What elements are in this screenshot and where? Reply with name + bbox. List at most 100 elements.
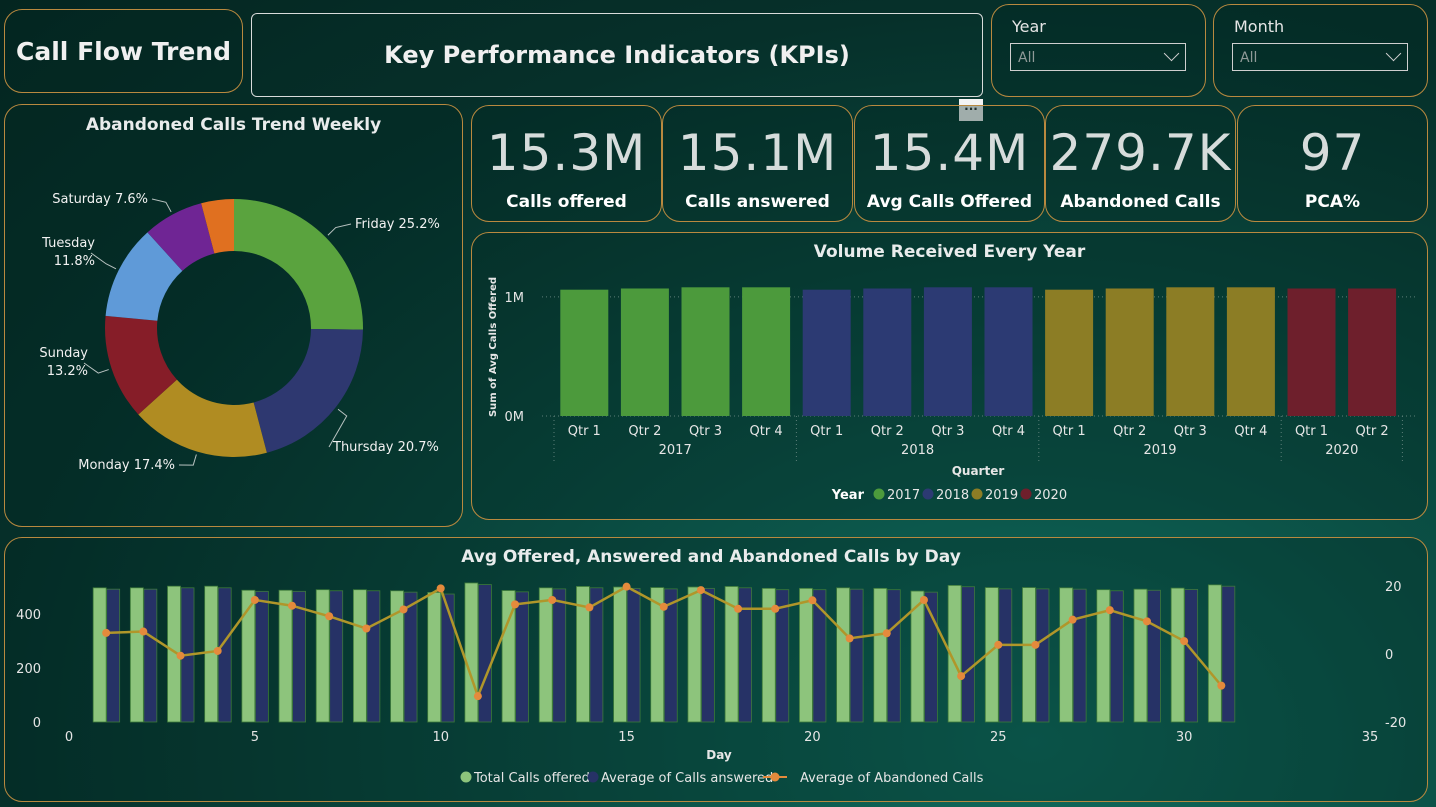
kpi-card-calls-answered: 15.1M Calls answered xyxy=(662,105,853,222)
abandoned-point-day-25 xyxy=(994,640,1003,649)
x-tick-label: 15 xyxy=(618,730,635,745)
abandoned-point-day-18 xyxy=(734,604,743,613)
month-dropdown-value: All xyxy=(1240,50,1258,66)
bar-answered-day-5 xyxy=(254,590,269,723)
bar-offered-day-26 xyxy=(1022,587,1036,723)
bar-2017-q1 xyxy=(560,289,609,416)
y-left-tick-label: 0 xyxy=(33,716,41,731)
donut-leader-line xyxy=(151,198,172,213)
bar-2020-q2 xyxy=(1348,288,1397,416)
bar-offered-day-27 xyxy=(1059,587,1074,723)
kpi-value: 15.3M xyxy=(486,124,647,182)
donut-slice-friday xyxy=(234,199,363,330)
bar-offered-day-22 xyxy=(873,587,888,723)
bar-answered-day-2 xyxy=(143,588,158,723)
x-group-label: 2017 xyxy=(659,443,692,458)
legend-label: Average of Abandoned Calls xyxy=(800,771,984,786)
x-tick-label: Qtr 3 xyxy=(689,424,722,439)
abandoned-point-day-6 xyxy=(288,601,297,610)
bar-2020-q1 xyxy=(1287,288,1336,416)
bar-2018-q2 xyxy=(863,288,912,416)
month-dropdown[interactable]: All xyxy=(1232,43,1408,71)
abandoned-point-day-3 xyxy=(176,651,185,660)
bar-2019-q1 xyxy=(1045,289,1094,416)
bar-offered-day-30 xyxy=(1170,587,1185,723)
app-title: Call Flow Trend xyxy=(16,36,231,66)
bar-2019-q4 xyxy=(1226,287,1275,416)
bar-answered-day-17 xyxy=(701,587,715,723)
x-tick-label: Qtr 2 xyxy=(871,424,904,439)
legend-marker-offered xyxy=(460,771,472,783)
y-axis-label: Sum of Avg Calls Offered xyxy=(488,277,499,417)
x-tick-label: Qtr 2 xyxy=(1113,424,1146,439)
legend-label: Total Calls offered xyxy=(473,771,590,786)
bar-offered-day-17 xyxy=(687,586,702,723)
abandoned-point-day-13 xyxy=(548,595,557,604)
y-right-tick-label: 0 xyxy=(1385,648,1393,663)
abandoned-point-day-23 xyxy=(919,595,928,604)
kpi-card-calls-offered: 15.3M Calls offered xyxy=(471,105,662,222)
x-tick-label: Qtr 1 xyxy=(568,424,601,439)
abandoned-point-day-31 xyxy=(1217,681,1226,690)
bar-offered-day-15 xyxy=(613,586,627,723)
legend-label: 2018 xyxy=(936,488,969,503)
abandoned-point-day-30 xyxy=(1180,637,1189,646)
legend-marker-answered xyxy=(587,771,599,783)
year-dropdown-value: All xyxy=(1018,50,1036,66)
kpi-value: 279.7K xyxy=(1049,124,1232,182)
bar-answered-day-4 xyxy=(217,587,232,723)
bar-offered-day-8 xyxy=(352,589,367,723)
bar-answered-day-10 xyxy=(440,593,455,723)
bar-offered-day-6 xyxy=(278,589,293,723)
legend-title: Year xyxy=(831,488,865,503)
kpi-label: PCA% xyxy=(1304,192,1361,212)
donut-slice-thursday xyxy=(253,328,363,453)
bar-2018-q4 xyxy=(984,287,1033,416)
bar-answered-day-12 xyxy=(515,591,529,723)
abandoned-point-day-7 xyxy=(325,612,334,621)
bar-answered-day-15 xyxy=(626,587,641,723)
x-axis-label: Day xyxy=(706,748,732,762)
kpi-label: Calls offered xyxy=(506,192,627,212)
year-slicer: Year All xyxy=(991,4,1206,97)
x-tick-label: 5 xyxy=(251,730,259,745)
abandoned-point-day-9 xyxy=(399,605,408,614)
chevron-down-icon xyxy=(1385,45,1402,62)
bar-answered-day-26 xyxy=(1035,588,1050,723)
y-tick-label: 1M xyxy=(505,291,525,306)
kpi-card-avg-calls-offered: 15.4M Avg Calls Offered xyxy=(854,105,1045,222)
yearly-bar-chart: 0M 1M Sum of Avg Calls Offered Qtr 1 Qtr 2 Qt… xyxy=(488,277,1417,503)
month-slicer-label: Month xyxy=(1234,17,1285,36)
x-group-label: 2020 xyxy=(1325,443,1358,458)
x-tick-label: 30 xyxy=(1176,730,1193,745)
bar-offered-day-1 xyxy=(92,587,107,723)
x-tick-label: Qtr 3 xyxy=(931,424,964,439)
x-tick-label: Qtr 4 xyxy=(992,424,1025,439)
y-tick-label: 0M xyxy=(505,410,525,425)
bar-answered-day-22 xyxy=(886,589,901,723)
x-tick-label: Qtr 3 xyxy=(1174,424,1207,439)
abandoned-point-day-27 xyxy=(1068,615,1077,624)
bar-2017-q3 xyxy=(681,287,730,416)
kpi-card-pca: 97 PCA% xyxy=(1237,105,1428,222)
x-tick-label: 25 xyxy=(990,730,1007,745)
kpi-title: Key Performance Indicators (KPIs) xyxy=(384,41,850,69)
donut-label: Friday 25.2% xyxy=(355,217,440,232)
bar-offered-day-29 xyxy=(1133,588,1148,723)
bar-answered-day-24 xyxy=(961,586,976,723)
bar-offered-day-21 xyxy=(836,587,850,723)
kpi-label: Calls answered xyxy=(685,192,830,212)
year-dropdown[interactable]: All xyxy=(1010,43,1186,71)
daily-calls-panel: Avg Offered, Answered and Abandoned Call… xyxy=(4,537,1428,802)
abandoned-point-day-4 xyxy=(213,646,222,655)
abandoned-point-day-12 xyxy=(511,600,520,609)
donut-label-value: 13.2% xyxy=(47,364,88,379)
donut-chart: Friday 25.2% Thursday 20.7% Monday 17.4% Su… xyxy=(39,192,440,473)
legend-marker-abandoned xyxy=(770,772,780,782)
legend-marker-2017 xyxy=(873,488,885,500)
donut-label-name: Sunday xyxy=(39,346,88,361)
bar-answered-day-1 xyxy=(106,588,121,723)
abandoned-point-day-16 xyxy=(659,602,668,611)
bar-2017-q2 xyxy=(620,288,669,416)
abandoned-point-day-5 xyxy=(250,595,259,604)
